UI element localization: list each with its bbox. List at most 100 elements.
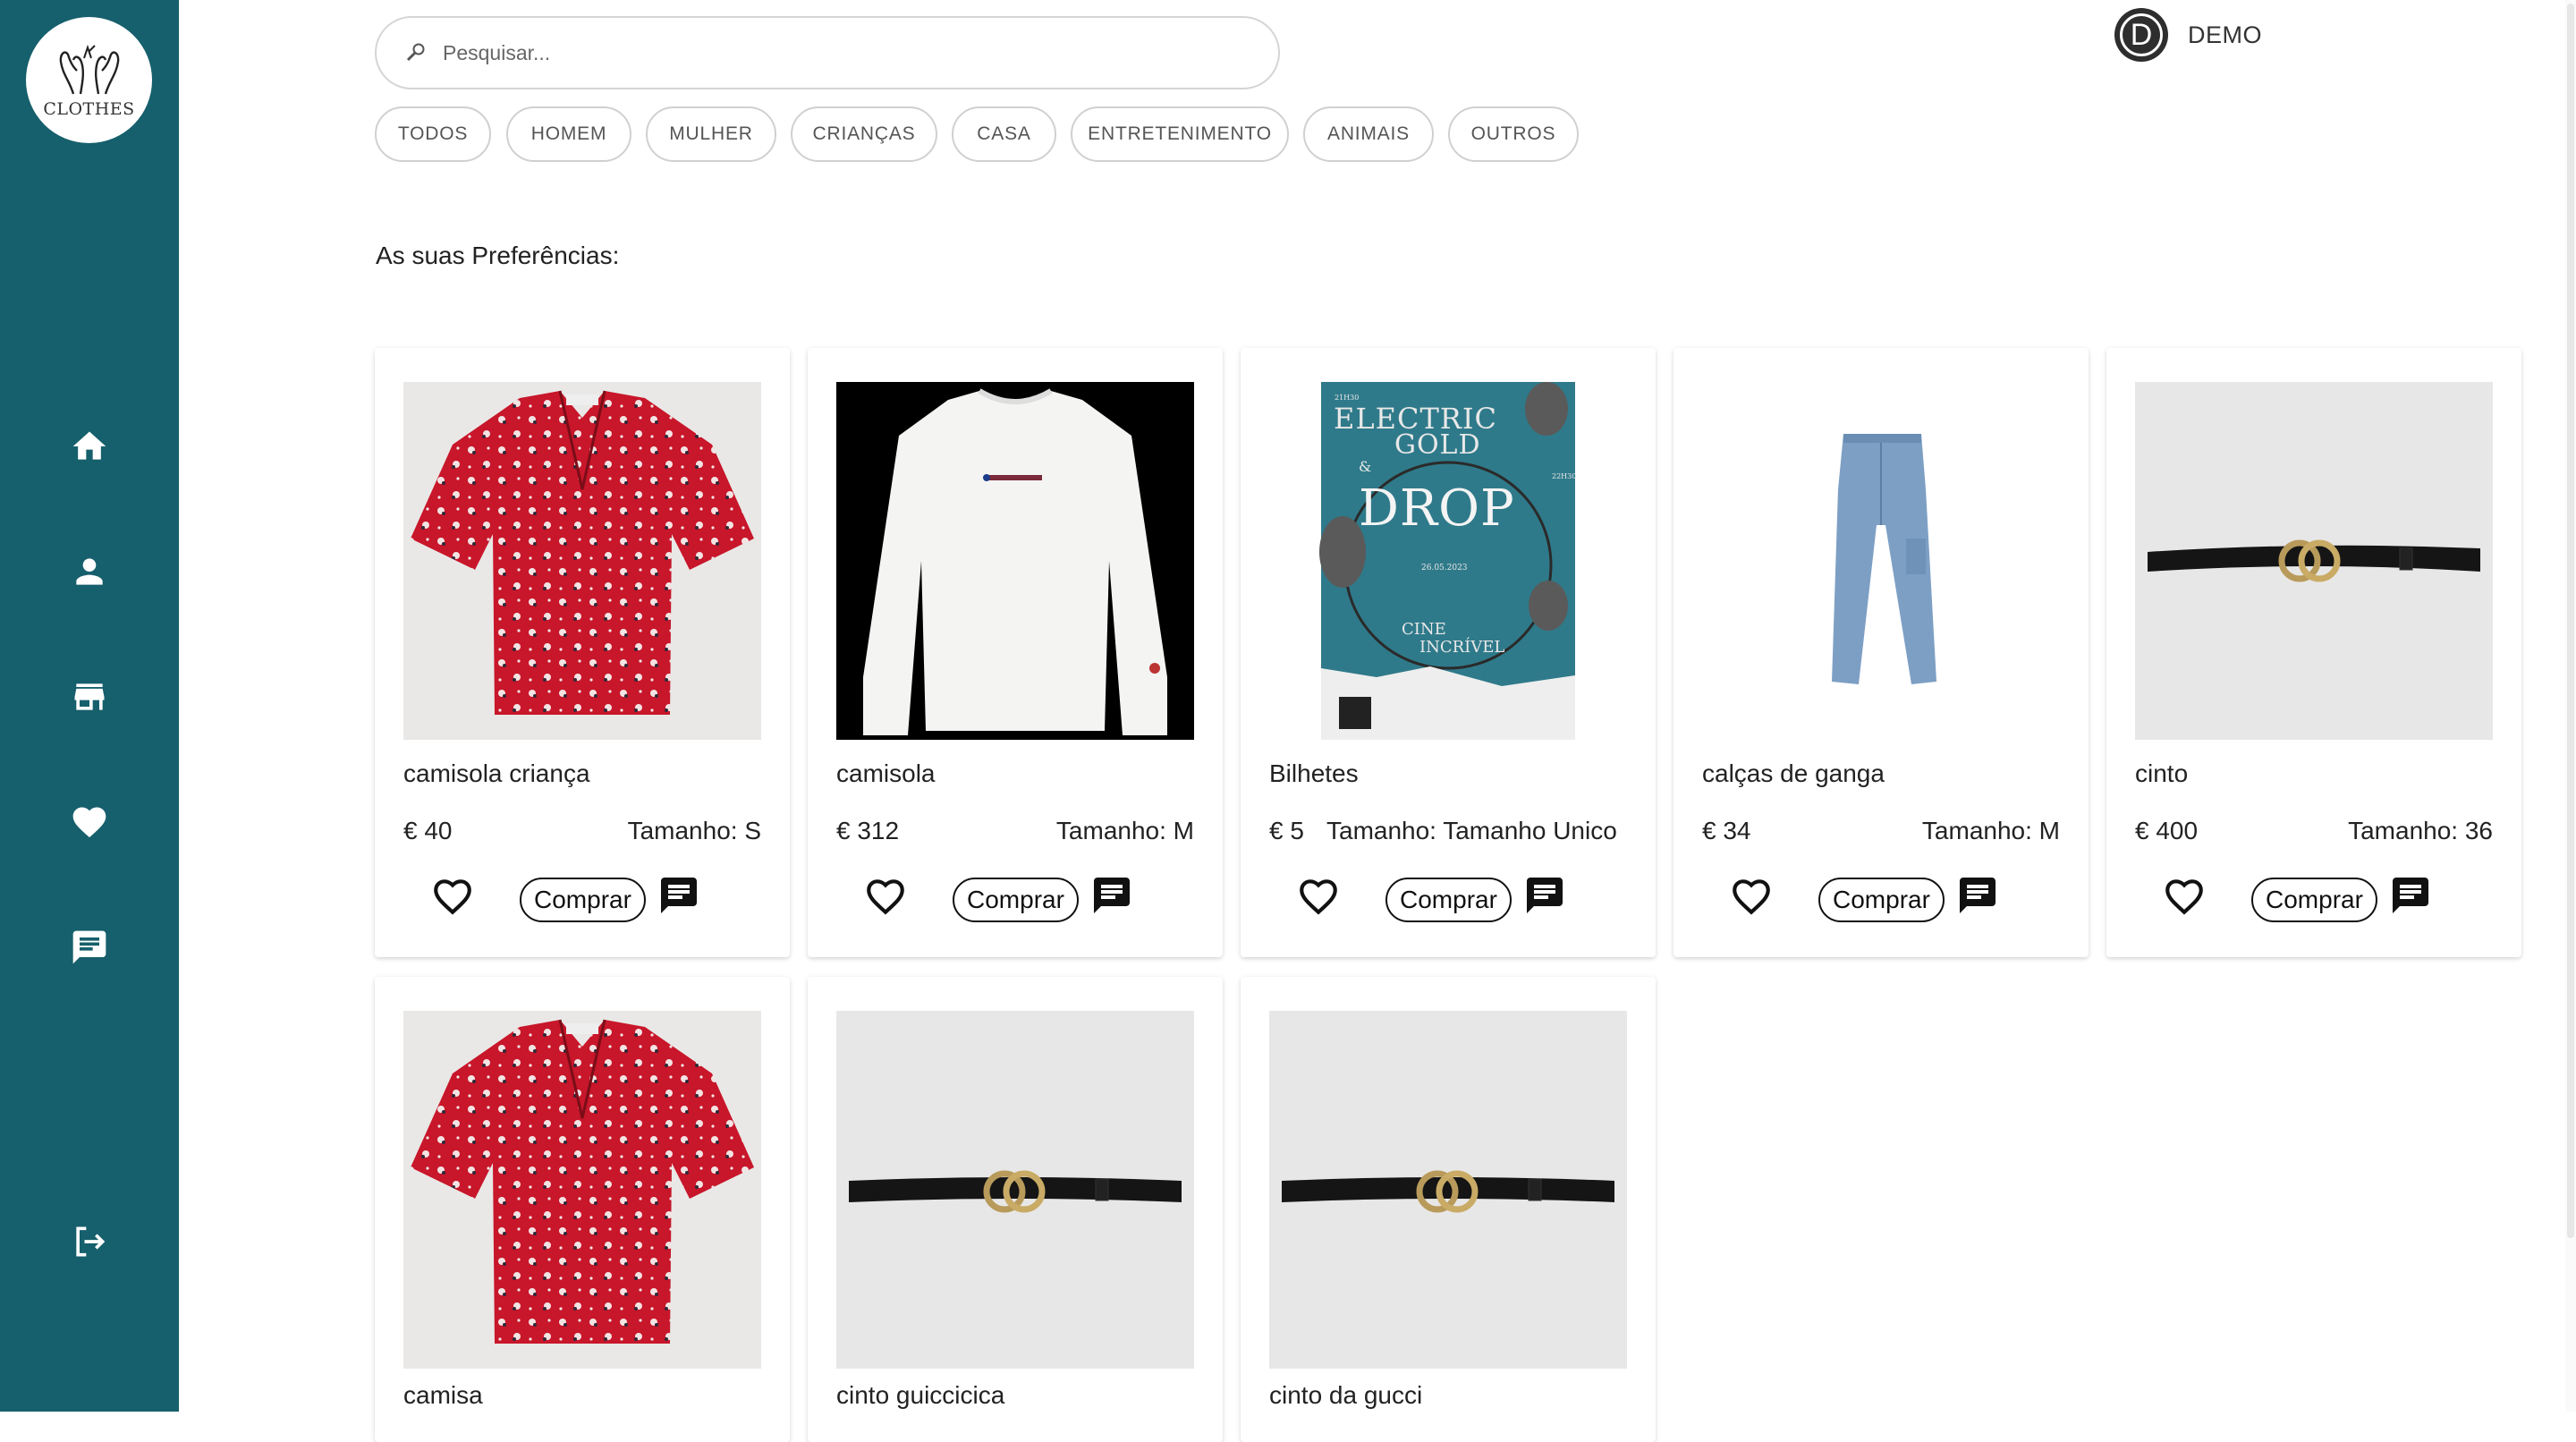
product-image[interactable] <box>836 382 1194 740</box>
logo-text: CLOTHES <box>43 98 135 119</box>
svg-text:INCRÍVEL: INCRÍVEL <box>1419 636 1504 657</box>
product-price: € 400 <box>2135 817 2199 844</box>
section-title: As suas Preferências: <box>376 242 620 269</box>
card-actions: Comprar <box>2106 863 2521 935</box>
nav-favorites[interactable] <box>66 799 113 845</box>
product-size: Tamanho: Tamanho Unico <box>1326 817 1617 844</box>
product-image[interactable] <box>1269 1011 1627 1369</box>
product-name: camisola criança <box>403 759 590 787</box>
product-image[interactable] <box>403 1011 761 1369</box>
svg-text:GOLD: GOLD <box>1394 429 1481 461</box>
jeans-image <box>1832 434 1936 684</box>
user-menu[interactable]: D DEMO <box>2114 8 2262 62</box>
product-price: € 312 <box>836 817 900 844</box>
store-icon <box>74 683 105 710</box>
search-icon <box>403 40 428 65</box>
scrollbar[interactable] <box>2565 0 2576 1412</box>
avatar: D <box>2114 8 2168 62</box>
message-icon[interactable] <box>1090 874 1133 917</box>
product-size: Tamanho: M <box>1921 817 2060 844</box>
belt-image <box>2148 539 2480 582</box>
user-name: DEMO <box>2188 21 2262 48</box>
card-actions: Comprar <box>1674 863 2089 935</box>
person-icon <box>76 558 103 585</box>
sidebar: CLOTHES <box>0 0 179 1412</box>
product-price: € 5 <box>1269 817 1304 844</box>
product-name: cinto <box>2135 759 2189 787</box>
favorite-heart-icon[interactable] <box>1296 874 1341 919</box>
product-image[interactable] <box>2135 382 2493 740</box>
product-name: camisola <box>836 759 936 787</box>
nav-logout[interactable] <box>66 1218 113 1265</box>
chat-icon <box>72 930 106 964</box>
message-icon[interactable] <box>1523 874 1566 917</box>
product-image[interactable] <box>403 382 761 740</box>
nav-profile[interactable] <box>66 548 113 595</box>
heart-icon <box>72 807 106 838</box>
svg-text:DROP: DROP <box>1359 479 1515 538</box>
chip-casa[interactable]: CASA <box>952 106 1056 162</box>
product-price: € 40 <box>403 817 453 844</box>
message-icon[interactable] <box>657 874 700 917</box>
card-actions: Comprar <box>808 863 1223 935</box>
product-name: calças de ganga <box>1702 759 1885 787</box>
buy-button[interactable]: Comprar <box>520 878 646 922</box>
product-name: cinto da gucci <box>1269 1381 1423 1409</box>
logout-icon <box>76 1226 106 1257</box>
product-name: cinto guiccicica <box>836 1381 1005 1409</box>
product-size: Tamanho: S <box>627 817 761 844</box>
nav-messages[interactable] <box>66 924 113 971</box>
buy-button[interactable]: Comprar <box>2251 878 2377 922</box>
scrollbar-thumb[interactable] <box>2567 4 2574 1238</box>
svg-text:&: & <box>1359 458 1371 475</box>
favorite-heart-icon[interactable] <box>430 874 475 919</box>
favorite-heart-icon[interactable] <box>863 874 908 919</box>
avatar-initial: D <box>2120 13 2163 56</box>
favorite-heart-icon[interactable] <box>2162 874 2207 919</box>
buy-button[interactable]: Comprar <box>1818 878 1945 922</box>
svg-text:21H30: 21H30 <box>1335 394 1359 402</box>
chip-animais[interactable]: ANIMAIS <box>1303 106 1434 162</box>
product-image[interactable] <box>1702 382 2060 740</box>
svg-text:26.05.2023: 26.05.2023 <box>1421 564 1468 573</box>
product-image[interactable]: 21H30 22H30 ELECTRIC GOLD & DROP 26.05.2… <box>1269 382 1627 740</box>
nav-home[interactable] <box>66 423 113 470</box>
product-card[interactable]: calças de ganga € 34 Tamanho: M Comprar <box>1674 348 2089 957</box>
favorite-heart-icon[interactable] <box>1729 874 1774 919</box>
product-card[interactable]: camisola criança € 40 Tamanho: S Comprar <box>375 348 790 957</box>
concert-poster-image: 21H30 22H30 ELECTRIC GOLD & DROP 26.05.2… <box>1319 382 1576 740</box>
product-size: Tamanho: M <box>1055 817 1194 844</box>
chip-mulher[interactable]: MULHER <box>646 106 776 162</box>
svg-text:CINE: CINE <box>1402 620 1446 639</box>
white-sweatshirt-image <box>863 388 1167 735</box>
chip-todos[interactable]: TODOS <box>375 106 491 162</box>
card-actions: Comprar <box>375 863 790 935</box>
praying-hands-logo-icon <box>59 44 119 94</box>
svg-text:22H30: 22H30 <box>1552 472 1576 480</box>
product-image[interactable] <box>836 1011 1194 1369</box>
chip-outros[interactable]: OUTROS <box>1448 106 1579 162</box>
product-card[interactable]: cinto € 400 Tamanho: 36 Comprar <box>2106 348 2521 957</box>
message-icon[interactable] <box>2389 874 2432 917</box>
home-icon <box>72 431 106 460</box>
buy-button[interactable]: Comprar <box>1385 878 1512 922</box>
chip-criancas[interactable]: CRIANÇAS <box>791 106 937 162</box>
nav-store[interactable] <box>66 674 113 720</box>
chip-entretenimento[interactable]: ENTRETENIMENTO <box>1071 106 1289 162</box>
product-size: Tamanho: 36 <box>2348 817 2493 844</box>
red-blouse-image <box>411 390 754 715</box>
product-name: camisa <box>403 1381 483 1409</box>
product-card[interactable]: cinto da gucci <box>1241 977 1656 1442</box>
search-input[interactable] <box>441 39 1232 66</box>
product-price: € 34 <box>1702 817 1751 844</box>
message-icon[interactable] <box>1956 874 1999 917</box>
search-bar[interactable] <box>375 16 1280 89</box>
card-actions: Comprar <box>1241 863 1656 935</box>
chip-homem[interactable]: HOMEM <box>506 106 631 162</box>
product-card[interactable]: camisa <box>375 977 790 1442</box>
app-logo[interactable]: CLOTHES <box>26 17 152 143</box>
product-card[interactable]: camisola € 312 Tamanho: M Comprar <box>808 348 1223 957</box>
product-card[interactable]: cinto guiccicica <box>808 977 1223 1442</box>
buy-button[interactable]: Comprar <box>953 878 1079 922</box>
product-card[interactable]: 21H30 22H30 ELECTRIC GOLD & DROP 26.05.2… <box>1241 348 1656 957</box>
